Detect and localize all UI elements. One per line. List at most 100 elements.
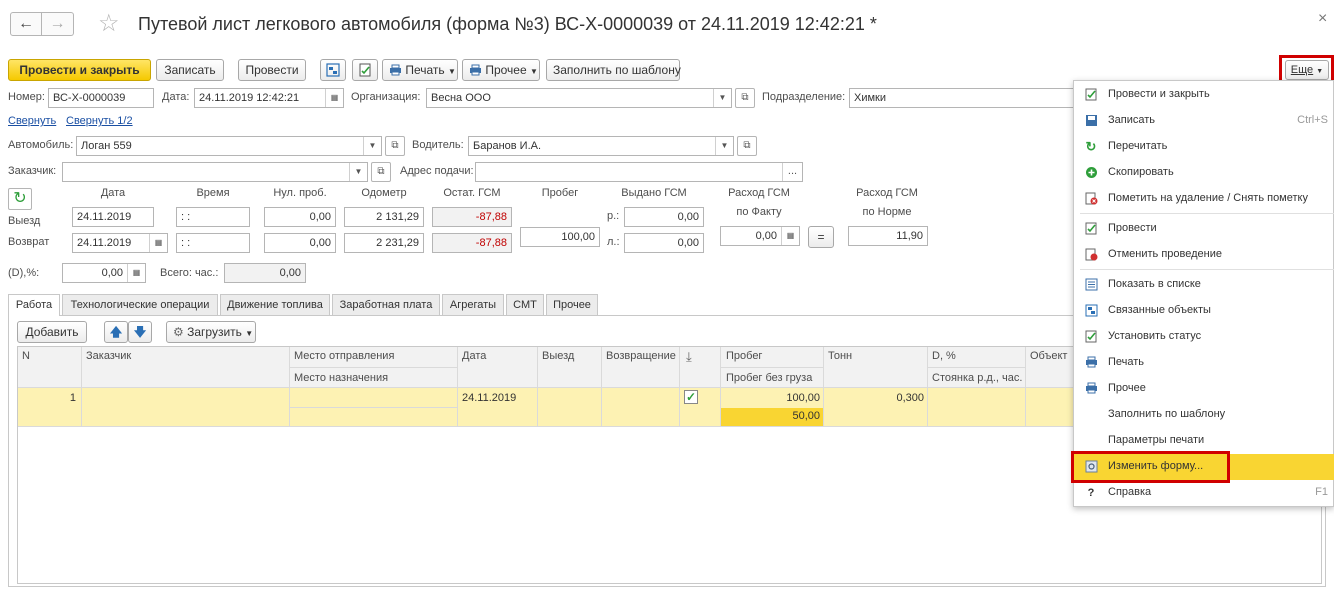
other-button[interactable]: Прочее ▼ — [462, 59, 540, 81]
menu-item-show-in-list[interactable]: Показать в списке — [1074, 272, 1334, 298]
calculator-icon[interactable]: ▦ — [781, 227, 799, 245]
mileage-field[interactable]: 100,00 — [520, 227, 600, 247]
menu-item-set-status[interactable]: Установить статус — [1074, 324, 1334, 350]
printer-icon — [470, 64, 481, 76]
number-field[interactable]: ВС-Х-0000039 — [48, 88, 154, 108]
menu-item-fill-template[interactable]: Заполнить по шаблону — [1074, 402, 1334, 428]
col-fuel-norm-header-1: Расход ГСМ — [856, 187, 918, 199]
post-close-button[interactable]: Провести и закрыть — [8, 59, 151, 81]
favorite-star-icon[interactable]: ☆ — [98, 10, 120, 38]
forward-button[interactable]: → — [42, 12, 74, 36]
tab-work[interactable]: Работа — [8, 294, 60, 316]
menu-item-delete-mark[interactable]: Пометить на удаление / Снять пометку — [1074, 186, 1334, 212]
unpost-icon — [1084, 248, 1098, 262]
calendar-icon[interactable]: ▦ — [149, 234, 167, 252]
row-checkbox[interactable]: ✓ — [684, 390, 698, 404]
menu-item-linked-objects[interactable]: Связанные объекты — [1074, 298, 1334, 324]
structure-icon — [326, 63, 340, 77]
dropdown-icon[interactable]: ▼ — [363, 137, 381, 155]
tab-fuel-movement[interactable]: Движение топлива — [220, 294, 330, 315]
load-button[interactable]: ⚙ Загрузить ▼ — [166, 321, 256, 343]
org-label: Организация: — [351, 91, 421, 103]
car-field[interactable]: Логан 559 ▼ — [76, 136, 382, 156]
more-button[interactable]: Еще ▼ — [1285, 60, 1329, 80]
th-mileage: Пробег — [726, 350, 763, 362]
issued-r-field[interactable]: 0,00 — [624, 207, 704, 227]
depart-zero-field[interactable]: 0,00 — [264, 207, 336, 227]
menu-item-save[interactable]: Записать Ctrl+S — [1074, 108, 1334, 134]
collapse-link[interactable]: Свернуть — [8, 115, 56, 127]
menu-item-copy[interactable]: Скопировать — [1074, 160, 1334, 186]
structure-button[interactable] — [320, 59, 346, 81]
driver-field[interactable]: Баранов И.А. ▼ — [468, 136, 734, 156]
load-button-label: Загрузить — [187, 325, 242, 339]
depart-odometer-field[interactable]: 2 131,29 — [344, 207, 424, 227]
menu-item-reload[interactable]: ↻ Перечитать — [1074, 134, 1334, 160]
print-button[interactable]: Печать ▼ — [382, 59, 458, 81]
equals-button[interactable]: = — [808, 226, 834, 248]
open-icon: ⧉ — [743, 140, 751, 151]
fuel-norm-field: 11,90 — [848, 226, 928, 246]
fill-template-button[interactable]: Заполнить по шаблону — [546, 59, 681, 81]
address-field[interactable]: ... — [475, 162, 803, 182]
customer-open-button[interactable]: ⧉ — [371, 162, 391, 182]
calculator-icon[interactable]: ▦ — [127, 264, 145, 282]
add-row-button[interactable]: Добавить — [17, 321, 87, 343]
depart-date-field[interactable]: 24.11.2019 — [72, 207, 154, 227]
menu-item-other[interactable]: Прочее — [1074, 376, 1334, 402]
tab-aggregates[interactable]: Агрегаты — [442, 294, 504, 315]
return-odometer-field[interactable]: 2 231,29 — [344, 233, 424, 253]
customer-field[interactable]: ▼ — [62, 162, 368, 182]
col-divider — [679, 347, 680, 426]
fuel-fact-field[interactable]: 0,00 ▦ — [720, 226, 800, 246]
sort-down-icon[interactable]: ⤓ — [686, 349, 692, 365]
save-button[interactable]: Записать — [156, 59, 224, 81]
menu-item-post[interactable]: Провести — [1074, 216, 1334, 242]
date-field[interactable]: 24.11.2019 12:42:21 ▦ — [194, 88, 344, 108]
ellipsis-icon[interactable]: ... — [782, 163, 802, 181]
return-time-field[interactable]: : : — [176, 233, 250, 253]
journal-button[interactable] — [352, 59, 378, 81]
dept-label: Подразделение: — [762, 91, 846, 103]
menu-item-print[interactable]: Печать — [1074, 350, 1334, 376]
dept-field[interactable]: Химки — [849, 88, 1074, 108]
row-mileage: 100,00 — [786, 392, 820, 404]
close-icon[interactable]: × — [1318, 10, 1327, 28]
dropdown-icon[interactable]: ▼ — [715, 137, 733, 155]
menu-item-post-close[interactable]: Провести и закрыть — [1074, 82, 1334, 108]
tab-smt[interactable]: СМТ — [506, 294, 544, 315]
tab-tech-operations[interactable]: Технологические операции — [62, 294, 218, 315]
d-field[interactable]: 0,00 ▦ — [62, 263, 146, 283]
back-button[interactable]: ← — [10, 12, 42, 36]
depart-time-field[interactable]: : : — [176, 207, 250, 227]
return-date-value: 24.11.2019 — [77, 237, 132, 249]
move-up-button[interactable]: 🡅 — [104, 321, 128, 343]
open-icon: ⧉ — [391, 140, 399, 151]
dropdown-icon[interactable]: ▼ — [713, 89, 731, 107]
list-icon — [1084, 278, 1098, 292]
driver-open-button[interactable]: ⧉ — [737, 136, 757, 156]
return-date-field[interactable]: 24.11.2019 ▦ — [72, 233, 168, 253]
refresh-button[interactable]: ↻ — [8, 188, 32, 210]
open-icon: ⧉ — [741, 92, 749, 103]
tab-other[interactable]: Прочее — [546, 294, 598, 315]
driver-label: Водитель: — [412, 139, 464, 151]
return-zero-field[interactable]: 0,00 — [264, 233, 336, 253]
issued-l-field[interactable]: 0,00 — [624, 233, 704, 253]
return-fuel-field: -87,88 — [432, 233, 512, 253]
org-open-button[interactable]: ⧉ — [735, 88, 755, 108]
move-down-button[interactable]: 🡇 — [128, 321, 152, 343]
header-mid-line-1 — [289, 367, 457, 368]
post-button[interactable]: Провести — [238, 59, 306, 81]
col-divider — [720, 347, 721, 426]
car-open-button[interactable]: ⧉ — [385, 136, 405, 156]
collapse-half-link[interactable]: Свернуть 1/2 — [66, 115, 133, 127]
tab-salary[interactable]: Заработная плата — [332, 294, 440, 315]
col-divider — [927, 347, 928, 426]
org-field[interactable]: Весна ООО ▼ — [426, 88, 732, 108]
dropdown-icon[interactable]: ▼ — [349, 163, 367, 181]
menu-item-unpost[interactable]: Отменить проведение — [1074, 242, 1334, 268]
menu-item-help[interactable]: ? Справка F1 — [1074, 480, 1334, 506]
calendar-icon[interactable]: ▦ — [325, 89, 343, 107]
header-mid-line-2 — [721, 367, 823, 368]
